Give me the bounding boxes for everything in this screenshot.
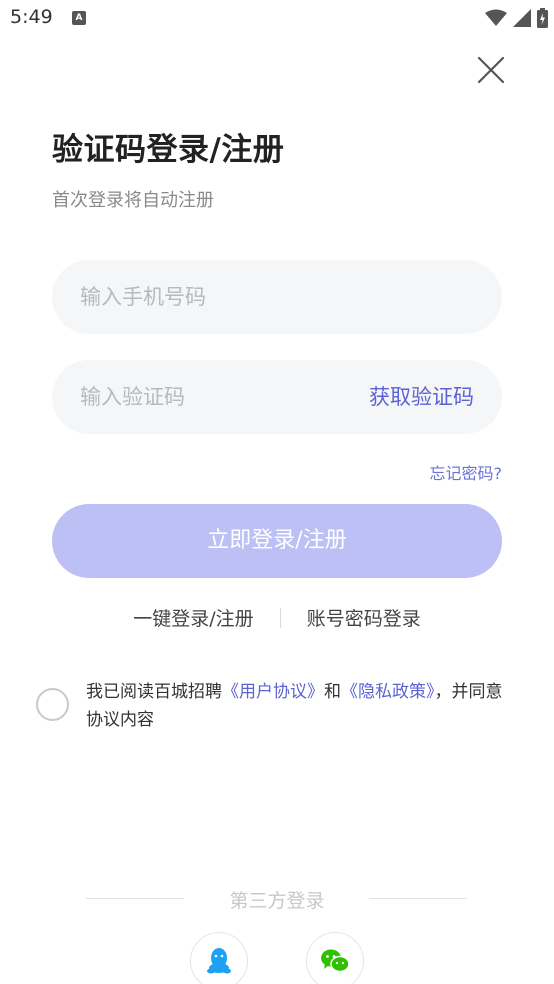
phone-field-container (52, 260, 502, 334)
one-click-login-button[interactable]: 一键登录/注册 (133, 604, 253, 631)
page-title: 验证码登录/注册 (52, 132, 285, 168)
wechat-icon (321, 949, 350, 973)
close-icon (477, 56, 505, 84)
wechat-login-button[interactable] (306, 932, 364, 984)
phone-input[interactable] (80, 260, 350, 334)
a-icon: A (72, 11, 86, 25)
code-input[interactable] (80, 360, 350, 434)
agreement-checkbox[interactable] (36, 688, 69, 721)
signal-icon (513, 9, 531, 27)
status-icons (485, 8, 548, 28)
qq-login-button[interactable] (190, 932, 248, 984)
page-subtitle: 首次登录将自动注册 (52, 190, 214, 211)
divider-right (369, 898, 467, 899)
privacy-policy-link[interactable]: 《隐私政策》 (341, 682, 435, 702)
agreement-prefix: 我已阅读百城招聘 (86, 682, 222, 702)
password-login-button[interactable]: 账号密码登录 (307, 604, 421, 631)
alt-login-row: 一键登录/注册 账号密码登录 (0, 604, 554, 634)
divider (279, 607, 281, 628)
wifi-icon (485, 9, 507, 26)
qq-icon (207, 948, 231, 974)
third-party-title: 第三方登录 (229, 890, 325, 912)
agreement-text: 我已阅读百城招聘《用户协议》和《隐私政策》，并同意协议内容 (86, 678, 516, 734)
battery-icon (537, 8, 548, 28)
login-button[interactable]: 立即登录/注册 (52, 504, 502, 578)
code-field-container: 获取验证码 (52, 360, 502, 434)
user-agreement-link[interactable]: 《用户协议》 (222, 682, 324, 702)
close-button[interactable] (475, 54, 507, 86)
status-time: 5:49 (10, 6, 53, 28)
status-bar: 5:49 A (0, 0, 554, 38)
agreement-and: 和 (324, 682, 341, 702)
get-code-button[interactable]: 获取验证码 (369, 360, 474, 434)
forgot-password-link[interactable]: 忘记密码? (430, 460, 503, 484)
